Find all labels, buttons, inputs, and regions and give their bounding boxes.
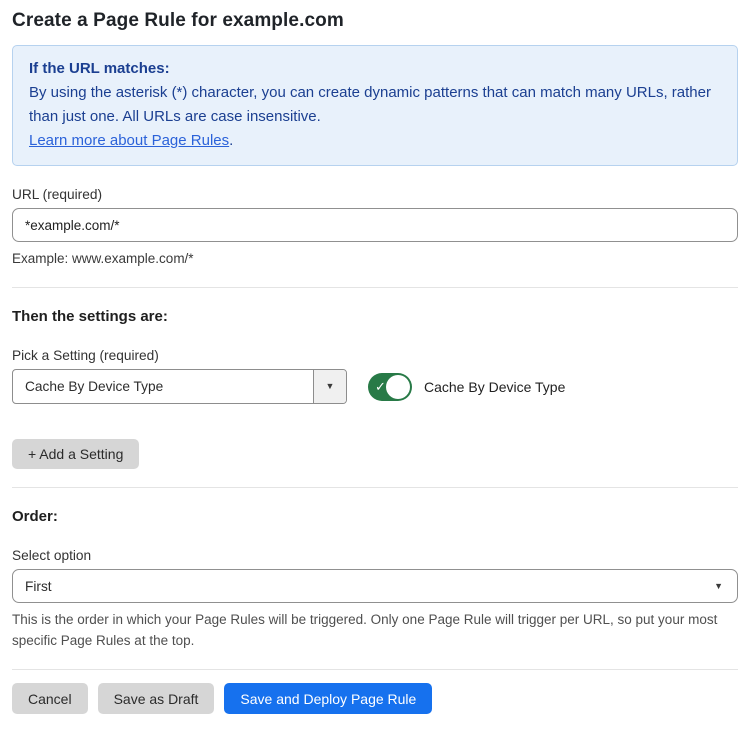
divider (12, 669, 738, 670)
setting-select-value: Cache By Device Type (13, 370, 313, 403)
order-select[interactable]: First ▼ (12, 569, 738, 603)
setting-toggle-label: Cache By Device Type (424, 379, 565, 395)
divider (12, 287, 738, 288)
learn-more-link[interactable]: Learn more about Page Rules (29, 132, 229, 149)
order-helper: This is the order in which your Page Rul… (12, 609, 738, 651)
setting-enabled-toggle[interactable]: ✓ (368, 373, 412, 401)
setting-row: Cache By Device Type ▼ ✓ Cache By Device… (12, 369, 738, 404)
select-option-label: Select option (12, 548, 738, 563)
url-match-info-box: If the URL matches: By using the asteris… (12, 45, 738, 166)
caret-down-icon: ▼ (714, 582, 723, 591)
settings-section-heading: Then the settings are: (12, 308, 738, 325)
divider (12, 487, 738, 488)
create-page-rule-form: Create a Page Rule for example.com If th… (0, 0, 750, 738)
toggle-knob (386, 375, 410, 399)
info-box-heading: If the URL matches: (29, 57, 721, 81)
page-title: Create a Page Rule for example.com (12, 10, 738, 32)
setting-select-caret-button[interactable]: ▼ (313, 370, 346, 403)
check-icon: ✓ (375, 380, 386, 393)
link-suffix: . (229, 132, 233, 149)
url-example-helper: Example: www.example.com/* (12, 248, 738, 269)
url-label: URL (required) (12, 187, 738, 202)
url-input[interactable] (12, 208, 738, 242)
setting-select[interactable]: Cache By Device Type ▼ (12, 369, 347, 404)
pick-setting-label: Pick a Setting (required) (12, 348, 738, 363)
info-box-body: By using the asterisk (*) character, you… (29, 81, 721, 129)
order-section-heading: Order: (12, 508, 738, 525)
info-link-line: Learn more about Page Rules. (29, 129, 721, 153)
order-select-value: First (25, 579, 714, 594)
caret-down-icon: ▼ (326, 382, 335, 391)
add-setting-button[interactable]: + Add a Setting (12, 439, 139, 469)
